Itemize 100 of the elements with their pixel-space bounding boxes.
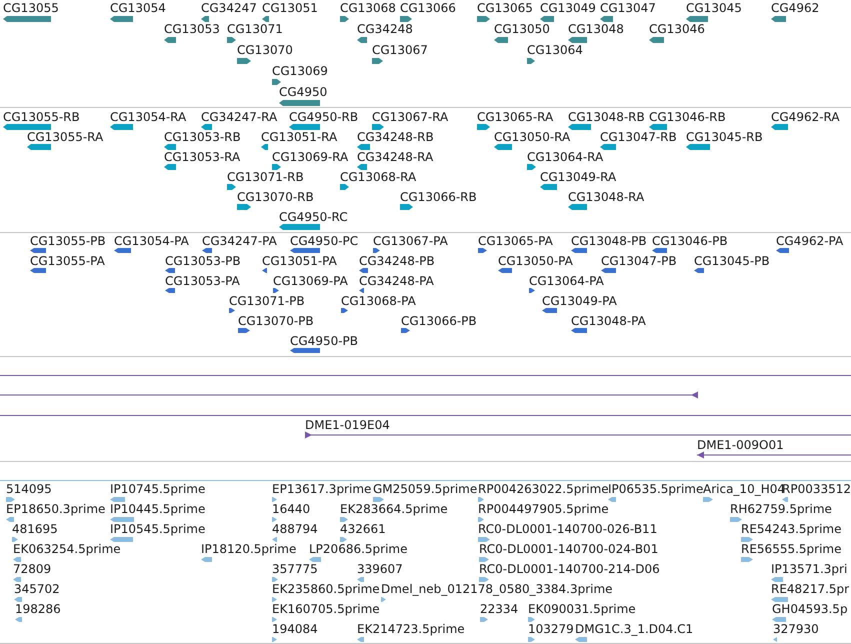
transcript-label: CG13054-RA	[110, 110, 186, 124]
transcript-label: CG13048-RA	[568, 190, 644, 204]
est-label: GH04593.5p	[772, 602, 848, 616]
protein-label: CG13055-PB	[30, 234, 106, 248]
gene-label: CG34247	[201, 1, 257, 15]
est-label: EP13617.3prime	[272, 482, 372, 496]
est-label: RE54243.5prime	[741, 522, 842, 536]
est-label: 198286	[15, 602, 61, 616]
gene-label: CG13070	[237, 43, 293, 57]
transcript-label: CG13051-RA	[261, 130, 338, 144]
est-label: IP10745.5prime	[110, 482, 206, 496]
est-label: 481695	[12, 522, 58, 536]
est-label: LP20686.5prime	[309, 542, 408, 556]
est-label: IP13571.3pri	[771, 562, 848, 576]
est-label: RE48217.5pr	[771, 582, 850, 596]
protein-label: CG13045-PB	[694, 254, 770, 268]
est-label: RP004263022.5prime	[478, 482, 609, 496]
protein-label: CG13053-PA	[165, 274, 240, 288]
est-label: EK160705.5prime	[272, 602, 380, 616]
gene-label: CG34248	[357, 22, 413, 36]
est-label: EK283664.5prime	[340, 502, 448, 516]
protein-label: CG13055-PA	[30, 254, 105, 268]
gene-label: CG13050	[494, 22, 550, 36]
transcript-label: CG13069-RA	[272, 150, 348, 164]
gene-label: CG13067	[372, 43, 428, 57]
transcript-label: CG34247-RA	[201, 110, 278, 124]
protein-label: CG13066-PB	[401, 314, 477, 328]
protein-label: CG4950-PC	[290, 234, 358, 248]
transcript-label: CG13067-RA	[372, 110, 448, 124]
transcript-label: CG34248-RB	[357, 130, 434, 144]
transcript-label: CG13053-RA	[164, 150, 240, 164]
est-label: 432661	[340, 522, 386, 536]
protein-label: CG13053-PB	[165, 254, 241, 268]
est-label: 327930	[773, 622, 819, 636]
protein-label: CG13064-PA	[529, 274, 604, 288]
gene-label: CG13055	[3, 1, 59, 15]
protein-label: CG13070-PB	[238, 314, 314, 328]
protein-label: CG13050-PA	[498, 254, 573, 268]
est-label: RC0-DL0001-140700-024-B01	[479, 542, 658, 556]
clone-label: DME1-019E04	[305, 418, 390, 432]
transcript-label: CG13050-RA	[494, 130, 570, 144]
gene-label: CG13047	[600, 1, 656, 15]
est-label: Arica_10_H04	[703, 482, 785, 496]
est-label: IP10545.5prime	[110, 522, 206, 536]
transcript-label: CG4962-RA	[771, 110, 840, 124]
gene-label: CG13048	[568, 22, 624, 36]
est-label: RE56555.5prime	[741, 542, 842, 556]
est-label: EP18650.3prime	[6, 502, 106, 516]
est-label: DMG1C.3_1.D04.C1	[575, 622, 694, 636]
est-label: 103279	[528, 622, 574, 636]
est-label: IP10445.5prime	[110, 502, 206, 516]
gene-label: CG13046	[649, 22, 705, 36]
est-label: 22334	[480, 602, 518, 616]
transcript-label: CG13055-RB	[3, 110, 80, 124]
est-label: 488794	[272, 522, 318, 536]
protein-label: CG34247-PA	[202, 234, 277, 248]
protein-label: CG4950-PB	[290, 334, 358, 348]
transcript-label: CG13049-RA	[540, 170, 616, 184]
gene-label: CG13069	[272, 64, 328, 78]
est-label: EK235860.5prime	[272, 582, 380, 596]
protein-label: CG13067-PA	[373, 234, 448, 248]
est-label: Dmel_neb_012178_0580_3384.3prime	[381, 582, 613, 596]
transcript-label: CG13048-RB	[568, 110, 645, 124]
gene-label: CG13068	[340, 1, 396, 15]
clone-label: DME1-009O01	[697, 438, 784, 452]
transcript-label: CG4950-RB	[289, 110, 358, 124]
est-label: RH62759.5prime	[730, 502, 832, 516]
transcript-label: CG13066-RB	[400, 190, 477, 204]
est-label: 514095	[6, 482, 52, 496]
transcript-label: CG13046-RB	[649, 110, 726, 124]
est-label: IP18120.5prime	[201, 542, 296, 556]
protein-label: CG13054-PA	[114, 234, 189, 248]
protein-label: CG13068-PA	[341, 294, 416, 308]
transcript-label: CG13053-RB	[164, 130, 241, 144]
protein-label: CG4962-PA	[776, 234, 844, 248]
est-label: EK214723.5prime	[357, 622, 465, 636]
est-label: 72809	[13, 562, 52, 576]
transcript-label: CG13047-RB	[600, 130, 677, 144]
est-label: 194084	[272, 622, 318, 636]
transcript-label: CG13068-RA	[340, 170, 416, 184]
gene-label: CG4950	[279, 85, 328, 99]
est-label: 345702	[14, 582, 60, 596]
est-label: 357775	[272, 562, 318, 576]
gene-label: CG13045	[686, 1, 742, 15]
transcript-label: CG13055-RA	[27, 130, 104, 144]
gene-label: CG13051	[262, 1, 318, 15]
est-label: IP06535.5prime	[608, 482, 704, 496]
transcript-label: CG13070-RB	[237, 190, 314, 204]
transcript-label: CG13045-RB	[686, 130, 763, 144]
gene-label: CG13071	[227, 22, 283, 36]
protein-label: CG13046-PB	[652, 234, 728, 248]
est-label: RC0-DL0001-140700-214-D06	[479, 562, 660, 576]
est-label: RC0-DL0001-140700-026-B11	[478, 522, 658, 536]
transcript-label: CG4950-RC	[279, 210, 348, 224]
protein-label: CG13048-PA	[571, 314, 646, 328]
transcript-label: CG13065-RA	[477, 110, 554, 124]
gene-label: CG13053	[164, 22, 220, 36]
est-label: 16440	[272, 502, 310, 516]
protein-label: CG13047-PB	[601, 254, 677, 268]
transcript-label: CG13071-RB	[227, 170, 304, 184]
